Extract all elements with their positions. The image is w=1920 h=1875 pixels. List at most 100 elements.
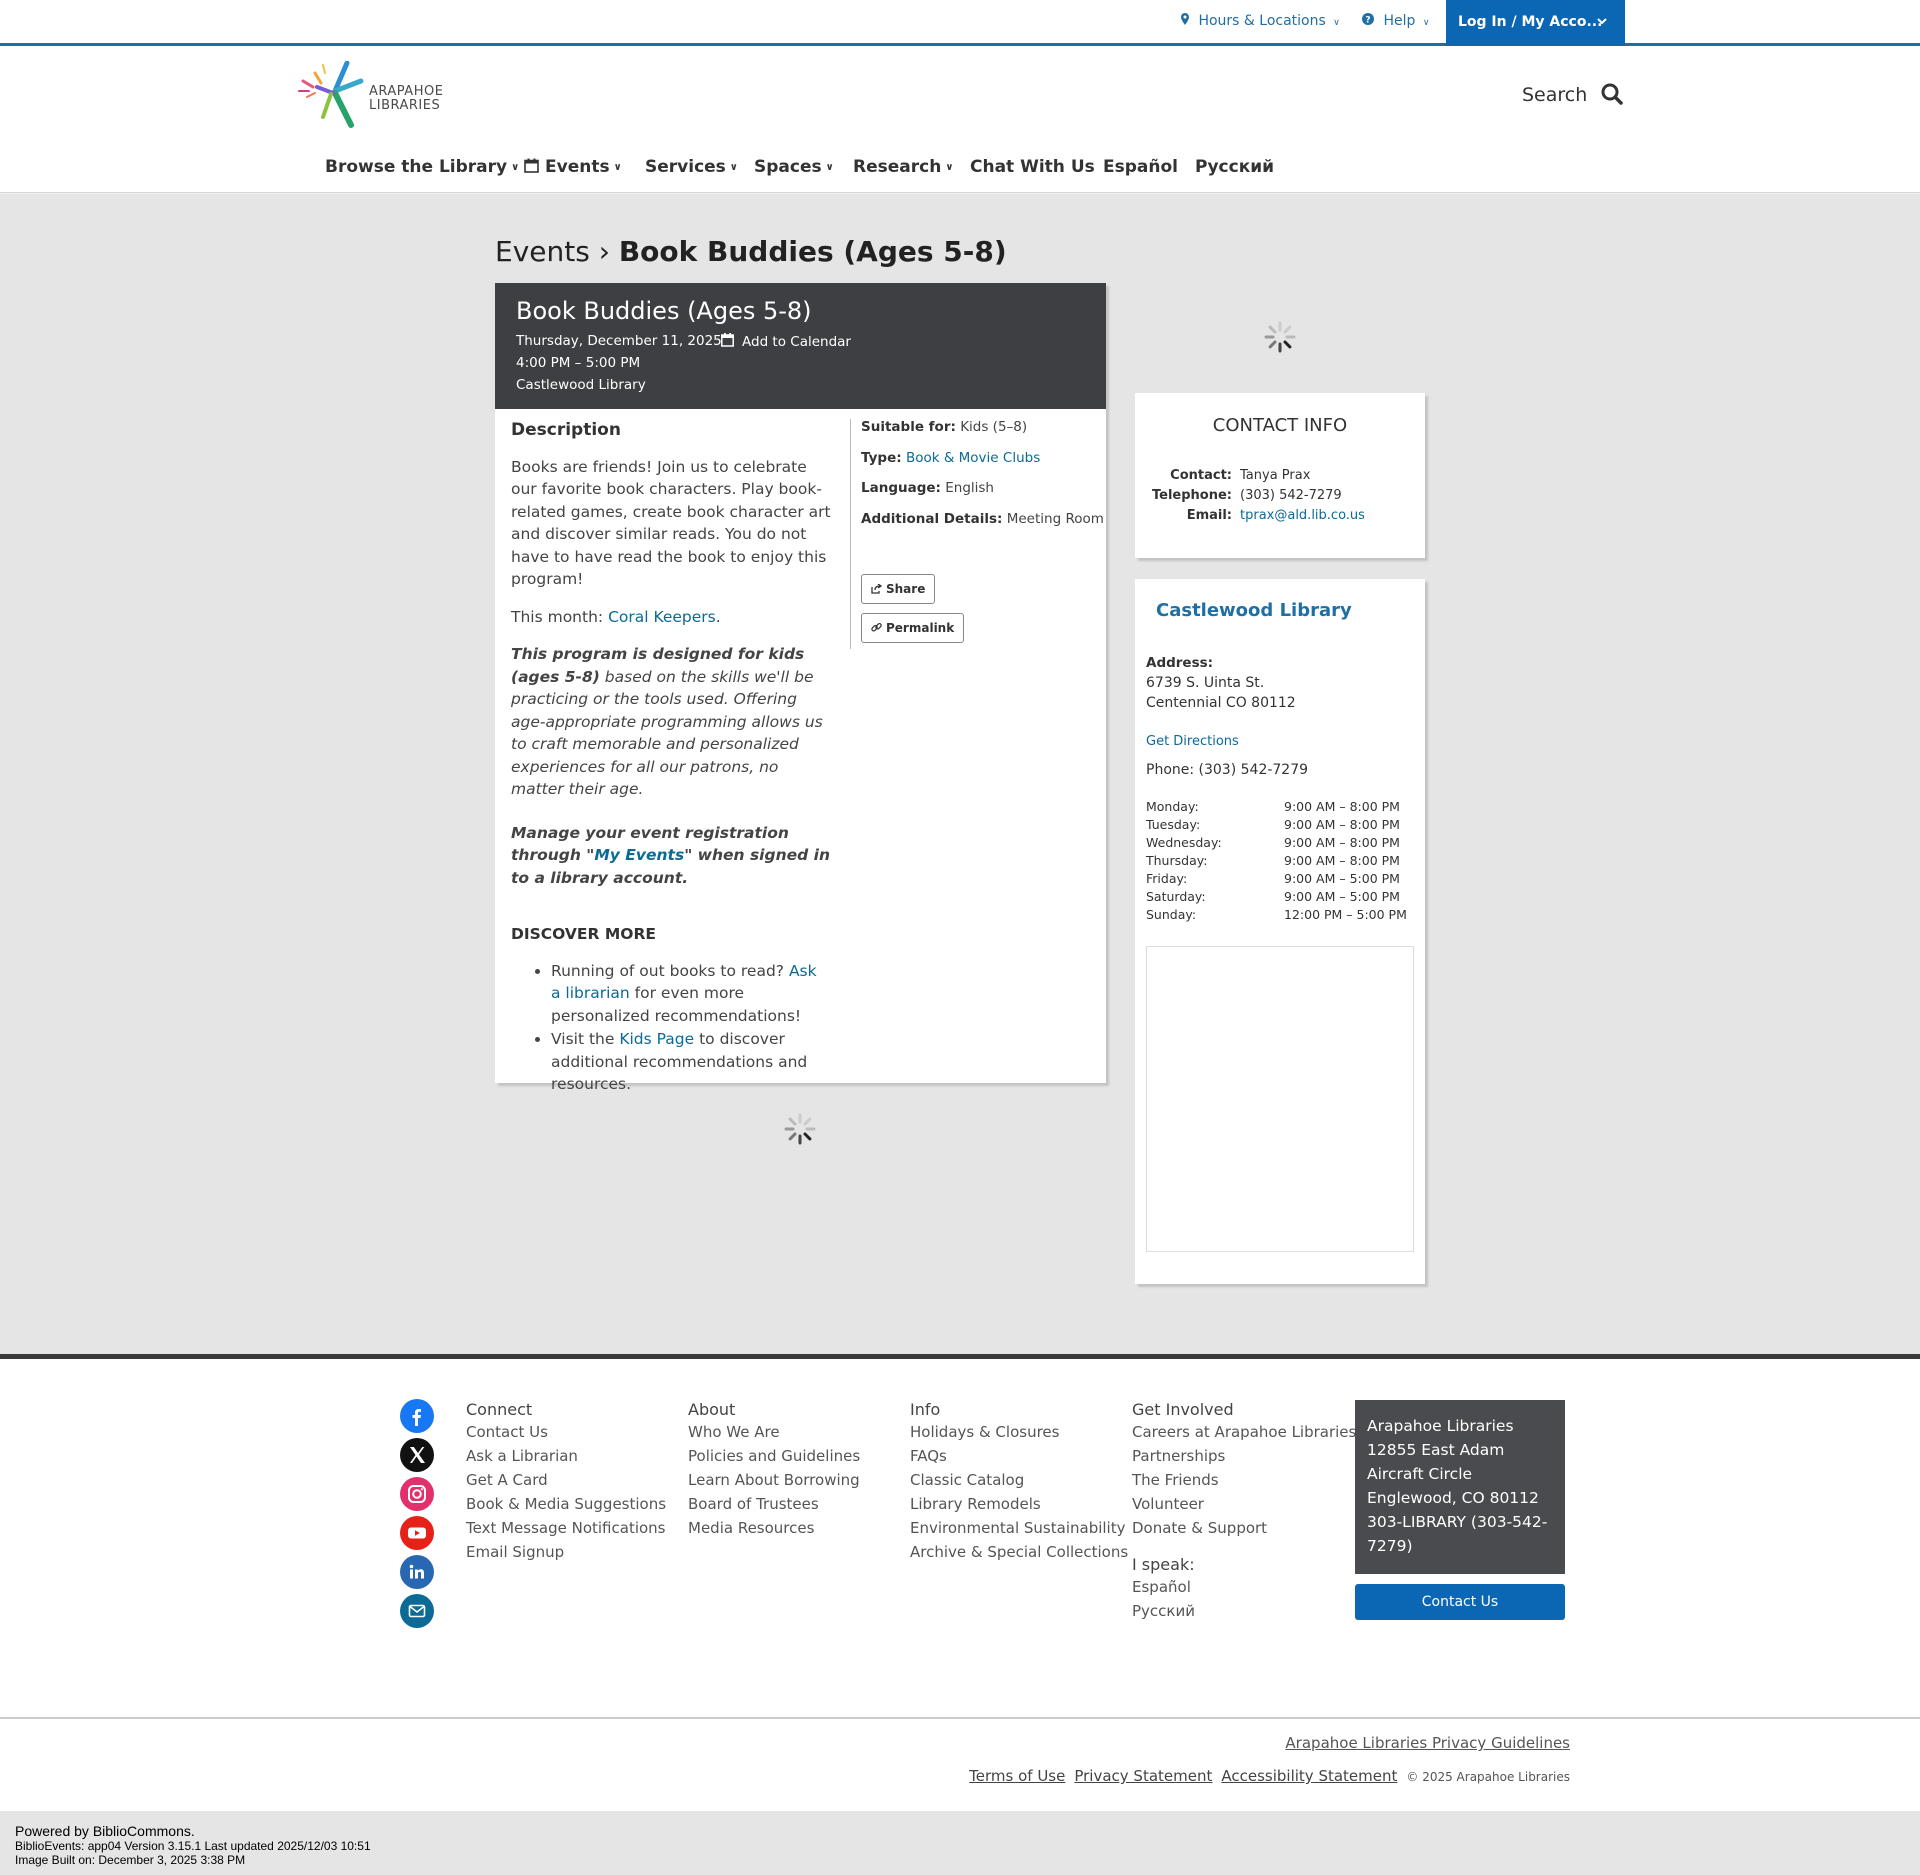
x-link[interactable] xyxy=(400,1438,434,1472)
legal-links: Terms of Use Privacy Statement Accessibili… xyxy=(960,1767,1570,1785)
event-time: 4:00 PM – 5:00 PM xyxy=(516,355,641,371)
footer-link[interactable]: Media Resources xyxy=(688,1516,860,1540)
hours-day: Friday: xyxy=(1146,871,1188,886)
footer-link[interactable]: Learn About Borrowing xyxy=(688,1468,860,1492)
footer-link[interactable]: Ask a Librarian xyxy=(466,1444,666,1468)
footer-i-speak-heading: I speak: xyxy=(1132,1555,1195,1574)
nav-events[interactable]: Events ∨ xyxy=(524,157,622,177)
discover-1-prefix: Running of out books to read? xyxy=(551,961,789,980)
x-icon xyxy=(410,1447,425,1463)
footer-link[interactable]: Book & Media Suggestions xyxy=(466,1492,666,1516)
footer-link[interactable]: Contact Us xyxy=(466,1420,666,1444)
breadcrumb-events-link[interactable]: Events xyxy=(495,235,590,268)
permalink-button[interactable]: Permalink xyxy=(861,613,965,643)
footer-link[interactable]: Email Signup xyxy=(466,1540,666,1564)
privacy-statement-link[interactable]: Privacy Statement xyxy=(1074,1767,1212,1785)
footer-connect-column: Connect Contact Us Ask a Librarian Get A… xyxy=(466,1400,666,1564)
chevron-down-icon: ∨ xyxy=(1333,18,1340,28)
location-map[interactable] xyxy=(1146,946,1414,1252)
footer-divider xyxy=(0,1717,1920,1719)
help-link[interactable]: ? Help ∨ xyxy=(1362,13,1429,29)
facebook-link[interactable] xyxy=(400,1399,434,1433)
copyright-text: © 2025 Arapahoe Libraries xyxy=(1406,1770,1570,1784)
nav-spaces[interactable]: Spaces ∨ xyxy=(754,157,834,177)
logo-mark-icon xyxy=(298,60,364,128)
email-link[interactable]: tprax@ald.lib.co.us xyxy=(1240,508,1365,523)
footer-link[interactable]: Board of Trustees xyxy=(688,1492,860,1516)
nav-research[interactable]: Research ∨ xyxy=(853,157,953,177)
description-heading: Description xyxy=(511,420,621,440)
footer-address-line: 12855 East Adam xyxy=(1367,1441,1505,1459)
type-link[interactable]: Book & Movie Clubs xyxy=(906,450,1040,466)
nav-browse-the-library[interactable]: Browse the Library ∨ xyxy=(325,157,519,177)
breadcrumb-separator: › xyxy=(598,235,610,268)
footer-link[interactable]: Volunteer xyxy=(1132,1492,1356,1516)
chevron-down-icon: ∨ xyxy=(729,162,738,173)
address-label: Address: xyxy=(1146,655,1214,671)
footer-link[interactable]: Classic Catalog xyxy=(910,1468,1128,1492)
footer-link[interactable]: Text Message Notifications xyxy=(466,1516,666,1540)
kids-page-link[interactable]: Kids Page xyxy=(619,1030,694,1048)
language-value: English xyxy=(945,480,994,496)
version-line: BiblioEvents: app04 Version 3.15.1 Last … xyxy=(15,1839,371,1853)
footer-link[interactable]: Environmental Sustainability xyxy=(910,1516,1128,1540)
hours-day: Wednesday: xyxy=(1146,835,1222,850)
search-button[interactable]: Search xyxy=(1522,83,1624,106)
add-to-calendar-button[interactable]: Add to Calendar xyxy=(721,333,851,350)
hours-day: Tuesday: xyxy=(1146,817,1201,832)
footer-language-link[interactable]: Русский xyxy=(1132,1599,1356,1623)
arapahoe-libraries-logo[interactable]: ARAPAHOE LIBRARIES xyxy=(295,60,465,131)
hours-row: Wednesday: 9:00 AM – 8:00 PM xyxy=(1146,835,1416,853)
nav-chat-with-us[interactable]: Chat With Us xyxy=(970,157,1095,177)
terms-of-use-link[interactable]: Terms of Use xyxy=(969,1767,1065,1785)
hours-row: Friday: 9:00 AM – 5:00 PM xyxy=(1146,871,1416,889)
footer-link[interactable]: Get A Card xyxy=(466,1468,666,1492)
footer-contact-us-button[interactable]: Contact Us xyxy=(1355,1584,1565,1620)
email-signup-link[interactable] xyxy=(400,1594,434,1628)
discover-2-prefix: Visit the xyxy=(551,1030,620,1048)
footer-language-link[interactable]: Español xyxy=(1132,1575,1356,1599)
additional-details-value: Meeting Room xyxy=(1006,510,1104,527)
footer-link[interactable]: Partnerships xyxy=(1132,1444,1356,1468)
nav-russian[interactable]: Русский xyxy=(1195,157,1274,177)
youtube-link[interactable] xyxy=(400,1516,434,1550)
chevron-down-icon: ∨ xyxy=(825,162,834,173)
footer-link[interactable]: Who We Are xyxy=(688,1420,860,1444)
hours-day: Sunday: xyxy=(1146,907,1197,922)
login-button[interactable]: Log In / My Acco... xyxy=(1446,0,1625,46)
nav-label: Research xyxy=(853,157,942,177)
privacy-guidelines-link[interactable]: Arapahoe Libraries Privacy Guidelines xyxy=(1285,1734,1570,1752)
hours-locations-link[interactable]: Hours & Locations ∨ xyxy=(1181,13,1340,29)
coral-keepers-link[interactable]: Coral Keepers xyxy=(608,608,716,626)
discover-more-list: Running of out books to read? Ask a libr… xyxy=(511,960,831,1096)
hours-row: Sunday: 12:00 PM – 5:00 PM xyxy=(1146,907,1416,925)
chevron-down-icon: ∨ xyxy=(1422,18,1430,28)
image-built-line: Image Built on: December 3, 2025 3:38 PM xyxy=(15,1853,246,1867)
linkedin-link[interactable] xyxy=(400,1555,434,1589)
page-title: Book Buddies (Ages 5-8) xyxy=(618,235,1007,268)
email-label: Email: xyxy=(1186,508,1232,523)
contact-info-heading: CONTACT INFO xyxy=(1212,415,1348,436)
footer-link[interactable]: The Friends xyxy=(1132,1468,1356,1492)
get-directions-link[interactable]: Get Directions xyxy=(1146,734,1239,749)
footer-link[interactable]: FAQs xyxy=(910,1444,1128,1468)
footer-link[interactable]: Archive & Special Collections xyxy=(910,1540,1128,1564)
loading-spinner-icon xyxy=(784,1113,816,1145)
library-phone: Phone: (303) 542-7279 xyxy=(1146,762,1309,778)
footer-link[interactable]: Holidays & Closures xyxy=(910,1420,1128,1444)
description-text: Books are friends! Join us to celebrate … xyxy=(511,457,831,589)
footer-link[interactable]: Careers at Arapahoe Libraries xyxy=(1132,1420,1356,1444)
nav-espanol[interactable]: Español xyxy=(1103,157,1178,177)
share-button[interactable]: Share xyxy=(861,574,936,604)
footer-link[interactable]: Library Remodels xyxy=(910,1492,1128,1516)
footer-link[interactable]: Donate & Support xyxy=(1132,1516,1356,1540)
hours-day: Thursday: xyxy=(1146,853,1208,868)
instagram-link[interactable] xyxy=(400,1477,434,1511)
hours-row: Thursday: 9:00 AM – 8:00 PM xyxy=(1146,853,1416,871)
nav-services[interactable]: Services ∨ xyxy=(645,157,738,177)
library-name-link[interactable]: Castlewood Library xyxy=(1156,600,1352,621)
language-label: Language: xyxy=(861,480,941,496)
accessibility-statement-link[interactable]: Accessibility Statement xyxy=(1221,1767,1397,1785)
footer-link[interactable]: Policies and Guidelines xyxy=(688,1444,860,1468)
my-events-link[interactable]: My Events xyxy=(594,846,684,864)
